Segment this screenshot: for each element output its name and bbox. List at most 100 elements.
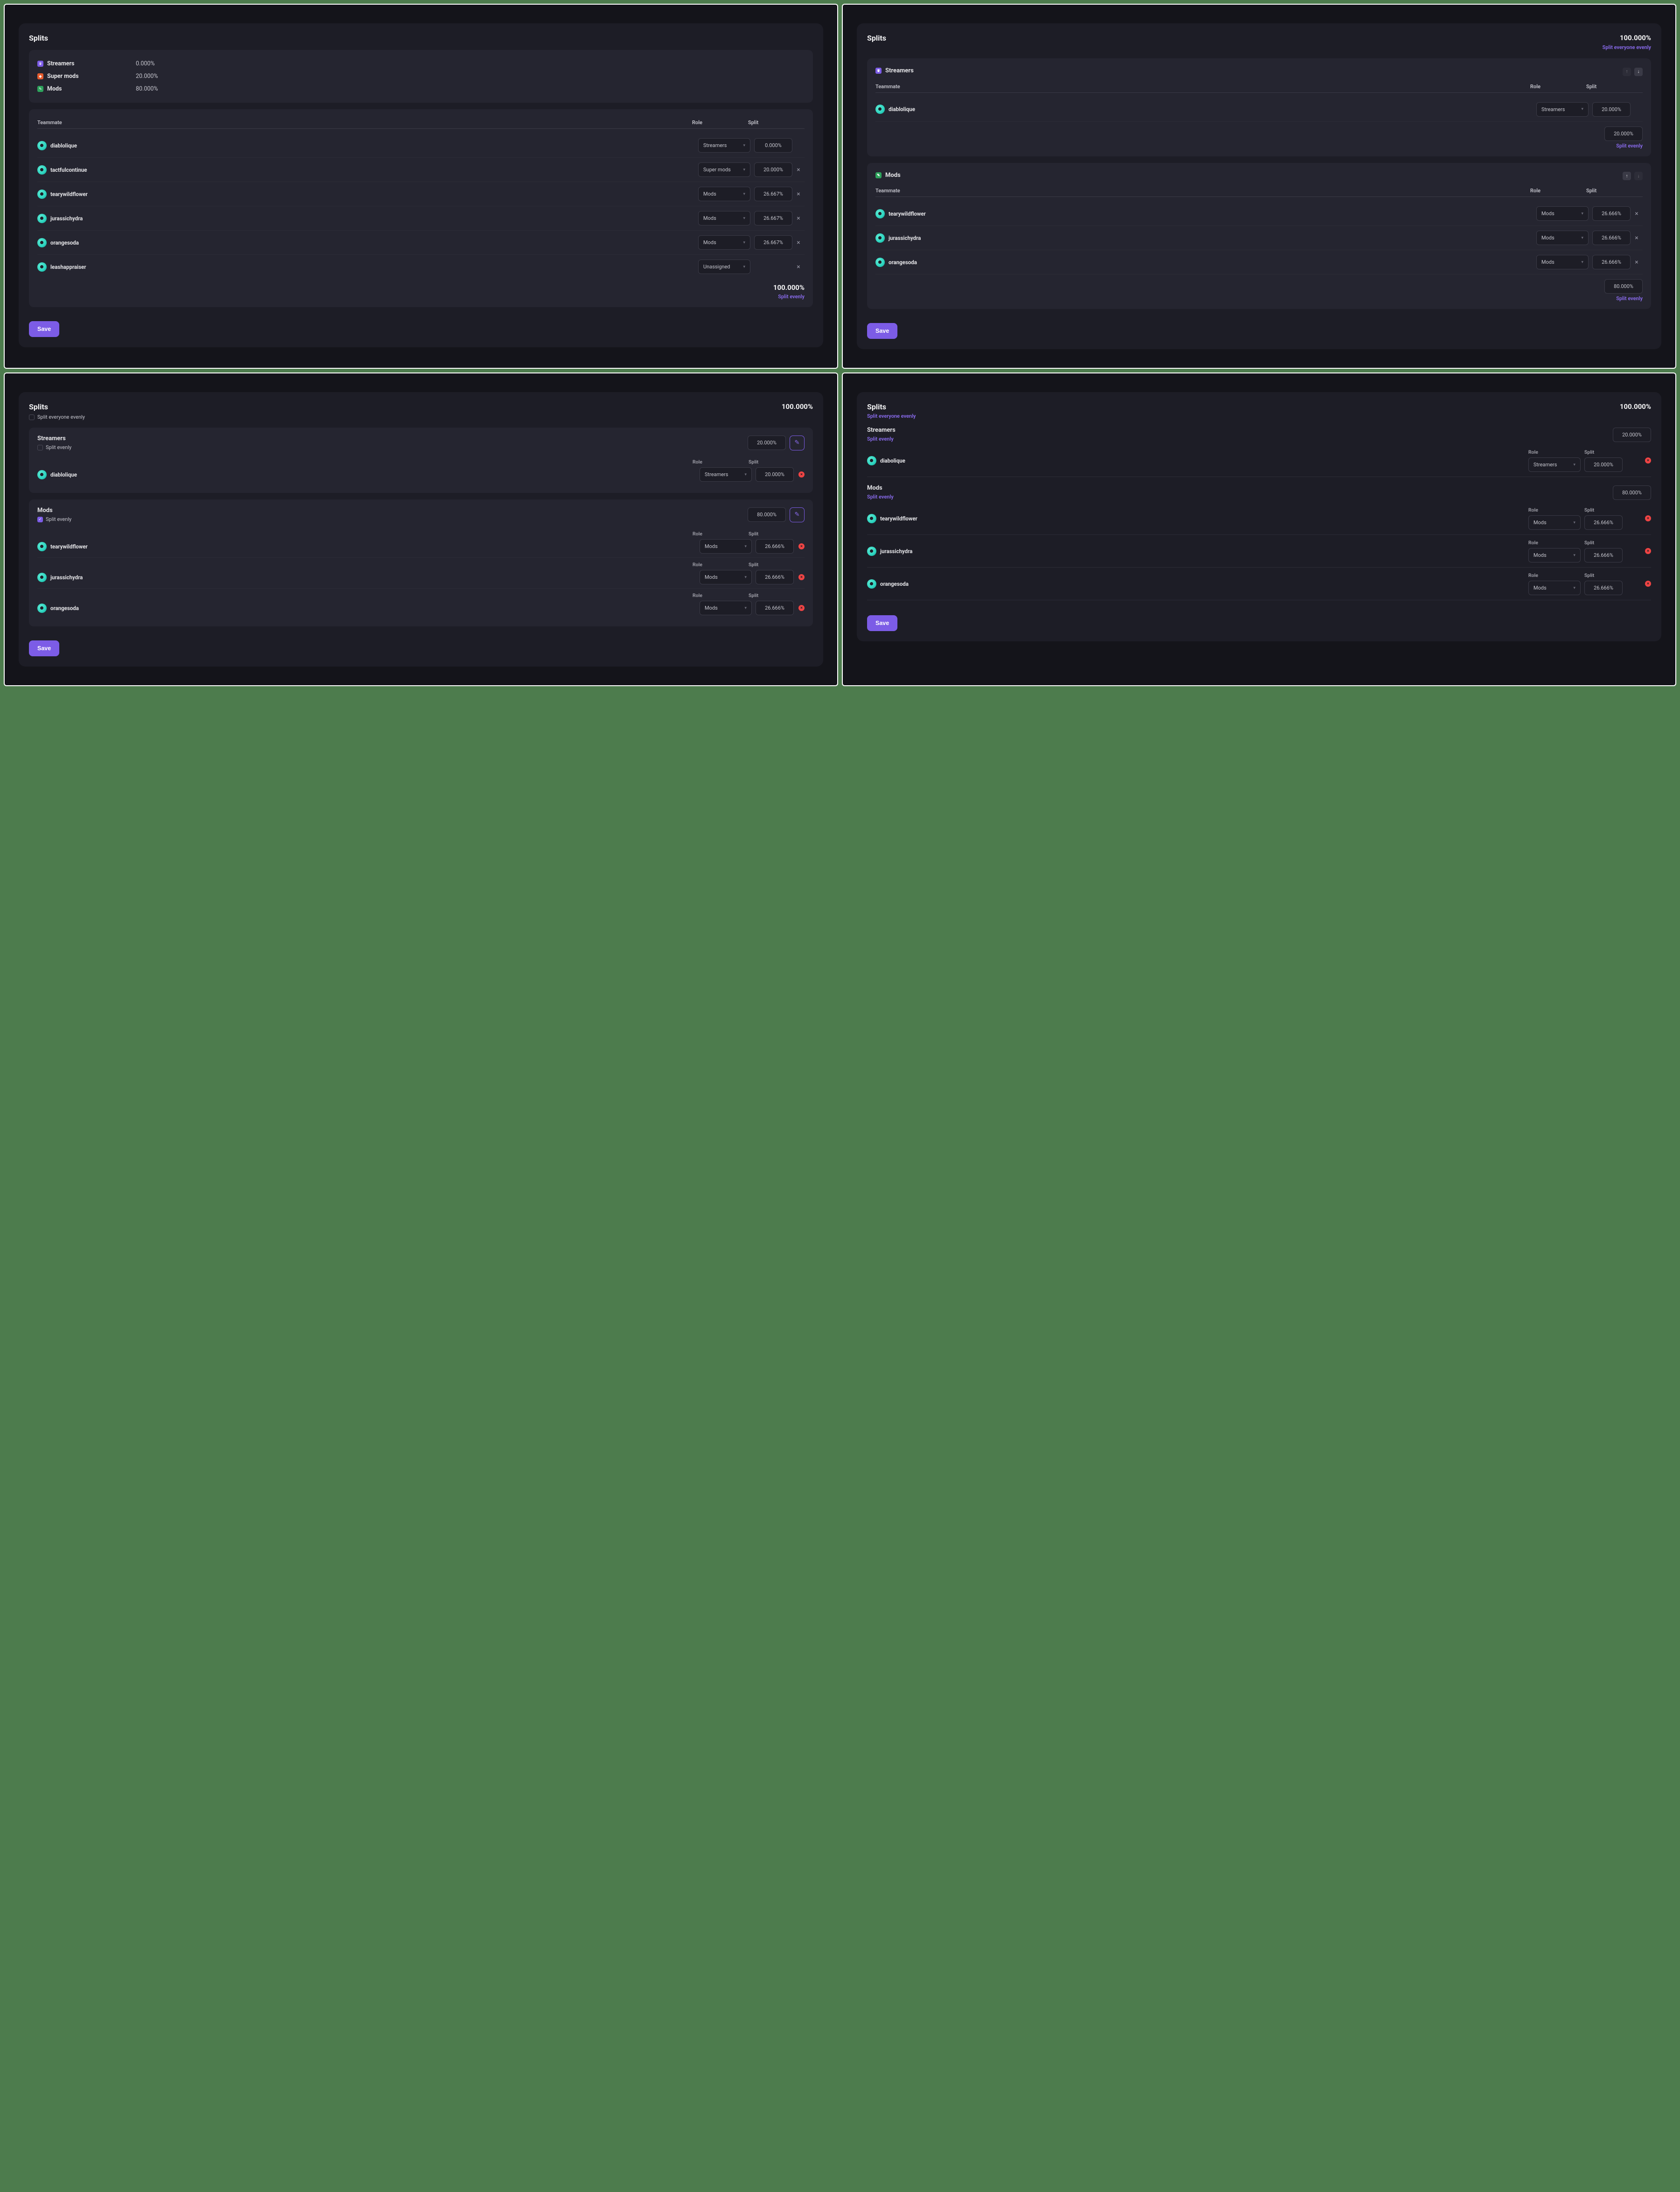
split-evenly-link[interactable]: Split evenly bbox=[867, 436, 894, 442]
col-split: Split bbox=[1586, 188, 1631, 194]
split-input[interactable] bbox=[1592, 255, 1631, 269]
col-role: Role bbox=[1530, 84, 1586, 90]
split-input[interactable] bbox=[1592, 206, 1631, 221]
table-row: Role Split jurassichydra Mods▾ × bbox=[37, 558, 805, 589]
split-everyone-evenly-link[interactable]: Split everyone evenly bbox=[1603, 44, 1651, 50]
save-button[interactable]: Save bbox=[867, 323, 897, 339]
role-select[interactable]: Mods▾ bbox=[1528, 515, 1581, 530]
remove-button[interactable]: × bbox=[1631, 259, 1643, 266]
role-select[interactable]: Mods▾ bbox=[698, 211, 750, 225]
role-select[interactable]: Mods▾ bbox=[1528, 548, 1581, 562]
remove-button[interactable]: × bbox=[792, 166, 805, 174]
remove-button[interactable]: × bbox=[1631, 234, 1643, 242]
remove-button[interactable]: × bbox=[798, 471, 805, 478]
card-title: Splits bbox=[29, 402, 85, 411]
split-everyone-checkbox[interactable] bbox=[29, 415, 35, 420]
role-select[interactable]: Mods▾ bbox=[700, 601, 752, 615]
split-evenly-link[interactable]: Split evenly bbox=[875, 295, 1643, 302]
role-select[interactable]: Mods▾ bbox=[698, 187, 750, 201]
remove-button[interactable]: × bbox=[798, 543, 805, 549]
split-input[interactable] bbox=[1592, 102, 1631, 117]
split-input[interactable] bbox=[1584, 581, 1623, 595]
role-group: ♛ Streamers ↑ ↓ Teammate Role Split diab… bbox=[867, 58, 1651, 156]
split-input[interactable] bbox=[754, 211, 792, 225]
group-name: Mods bbox=[885, 172, 901, 179]
remove-button[interactable]: × bbox=[792, 190, 805, 198]
group-subtotal-input[interactable] bbox=[748, 436, 786, 450]
split-everyone-evenly-link[interactable]: Split everyone evenly bbox=[867, 413, 916, 419]
col-teammate: Teammate bbox=[875, 188, 1530, 194]
split-input[interactable] bbox=[754, 235, 792, 250]
split-evenly-checkbox[interactable] bbox=[37, 445, 43, 450]
split-evenly-link[interactable]: Split evenly bbox=[37, 294, 805, 300]
role-select[interactable]: Mods▾ bbox=[700, 539, 752, 554]
split-input[interactable] bbox=[754, 138, 792, 153]
edit-button[interactable]: ✎ bbox=[790, 507, 805, 522]
split-input[interactable] bbox=[754, 187, 792, 201]
split-input[interactable] bbox=[756, 570, 794, 584]
group-subtotal-input[interactable] bbox=[1604, 126, 1643, 141]
col-split: Split bbox=[748, 119, 792, 126]
split-input[interactable] bbox=[756, 601, 794, 615]
split-input[interactable] bbox=[756, 467, 794, 482]
chevron-down-icon: ▾ bbox=[743, 168, 745, 172]
role-select[interactable]: Mods▾ bbox=[1536, 231, 1589, 245]
remove-button[interactable]: × bbox=[798, 574, 805, 580]
role-select[interactable]: Unassigned▾ bbox=[698, 260, 750, 274]
remove-button[interactable]: × bbox=[792, 239, 805, 246]
split-evenly-label: Split evenly bbox=[46, 516, 71, 522]
split-evenly-link[interactable]: Split evenly bbox=[867, 494, 894, 500]
split-input[interactable] bbox=[756, 539, 794, 554]
role-select[interactable]: Mods▾ bbox=[1528, 581, 1581, 595]
group-subtotal-input[interactable] bbox=[748, 507, 786, 522]
avatar bbox=[867, 547, 876, 556]
split-input[interactable] bbox=[754, 162, 792, 177]
remove-button[interactable]: × bbox=[1645, 581, 1651, 587]
role-select[interactable]: Streamers▾ bbox=[1528, 457, 1581, 472]
summary-row-mods: ✎ Mods 80.000% bbox=[37, 83, 805, 95]
role-select[interactable]: Mods▾ bbox=[1536, 206, 1589, 221]
avatar bbox=[37, 604, 47, 613]
remove-button[interactable]: × bbox=[1631, 210, 1643, 218]
remove-button[interactable]: × bbox=[1645, 457, 1651, 464]
move-down-button[interactable]: ↓ bbox=[1634, 68, 1643, 76]
shield-icon: ◆ bbox=[37, 73, 43, 79]
username: orangesoda bbox=[880, 581, 1528, 587]
username: tearywildflower bbox=[50, 543, 700, 550]
role-select[interactable]: Mods▾ bbox=[700, 570, 752, 584]
remove-button[interactable]: × bbox=[792, 215, 805, 222]
role-select[interactable]: Streamers▾ bbox=[1536, 102, 1589, 117]
edit-button[interactable]: ✎ bbox=[790, 436, 805, 450]
save-button[interactable]: Save bbox=[29, 640, 59, 656]
role-select[interactable]: Super mods▾ bbox=[698, 162, 750, 177]
role-select[interactable]: Mods▾ bbox=[698, 235, 750, 250]
avatar bbox=[875, 209, 885, 218]
split-input[interactable] bbox=[1592, 231, 1631, 245]
split-evenly-checkbox[interactable]: ✓ bbox=[37, 517, 43, 522]
group-subtotal-input[interactable] bbox=[1604, 279, 1643, 294]
remove-button[interactable]: × bbox=[792, 263, 805, 271]
remove-button[interactable]: × bbox=[1645, 515, 1651, 521]
group-subtotal-input[interactable] bbox=[1613, 485, 1651, 500]
username: orangesoda bbox=[50, 605, 700, 611]
role-select[interactable]: Mods▾ bbox=[1536, 255, 1589, 269]
avatar bbox=[37, 238, 47, 247]
save-button[interactable]: Save bbox=[29, 321, 59, 337]
chevron-down-icon: ▾ bbox=[744, 575, 747, 580]
avatar bbox=[875, 258, 885, 267]
avatar bbox=[867, 456, 876, 465]
table-row: tearywildflower Mods▾ × bbox=[37, 182, 805, 206]
role-select[interactable]: Streamers▾ bbox=[700, 467, 752, 482]
save-button[interactable]: Save bbox=[867, 615, 897, 631]
table-row: orangesoda Mods▾ × bbox=[875, 250, 1643, 274]
split-input[interactable] bbox=[1584, 548, 1623, 562]
remove-button[interactable]: × bbox=[798, 605, 805, 611]
role-select[interactable]: Streamers▾ bbox=[698, 138, 750, 153]
split-evenly-link[interactable]: Split evenly bbox=[875, 143, 1643, 149]
split-input[interactable] bbox=[1584, 457, 1623, 472]
move-up-button[interactable]: ↑ bbox=[1623, 172, 1631, 180]
splits-card: Splits 100.000% Split everyone evenly ♛ … bbox=[857, 23, 1661, 349]
remove-button[interactable]: × bbox=[1645, 548, 1651, 554]
split-input[interactable] bbox=[1584, 515, 1623, 530]
group-subtotal-input[interactable] bbox=[1613, 428, 1651, 442]
